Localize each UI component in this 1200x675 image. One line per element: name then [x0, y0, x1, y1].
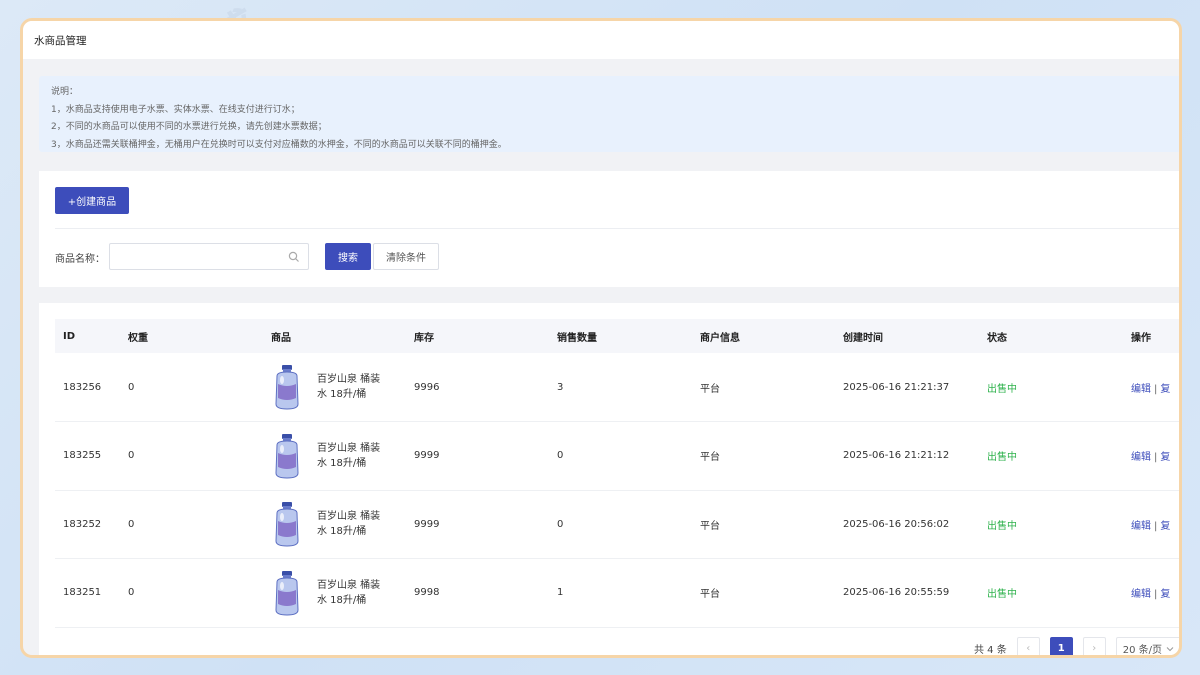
search-field[interactable]: [109, 243, 309, 270]
product-table-panel: ID 权重 商品 库存 销售数量 商户信息 创建时间 状态 操作 183256 …: [39, 303, 1179, 656]
notice-line: 2，不同的水商品可以使用不同的水票进行兑换，请先创建水票数据；: [51, 122, 327, 132]
table-row: 183251 0 百岁山泉 桶装水 18升/桶 9998 1 平台 2025-0…: [55, 559, 1179, 628]
cell-weight: 0: [128, 381, 135, 393]
cell-created: 2025-06-16 21:21:12: [843, 450, 950, 462]
col-id: ID: [63, 330, 76, 342]
copy-link[interactable]: 复: [1160, 589, 1170, 600]
search-icon: [288, 251, 299, 262]
cell-sold: 1: [557, 587, 564, 599]
search-button[interactable]: 搜索: [325, 243, 371, 270]
search-label: 商品名称：: [55, 254, 105, 265]
cell-product: 百岁山泉 桶装水 18升/桶: [271, 422, 414, 491]
water-jug-image: [275, 502, 299, 547]
op-separator: |: [1154, 589, 1158, 601]
cell-stock: 9996: [414, 381, 440, 393]
cell-ops: 编辑 | 复: [1131, 353, 1179, 422]
water-jug-image: [275, 570, 299, 616]
cell-id: 183252: [63, 518, 102, 530]
cell-stock: 9998: [414, 587, 440, 599]
product-table: ID 权重 商品 库存 销售数量 商户信息 创建时间 状态 操作 183256 …: [55, 319, 1179, 628]
col-stock: 库存: [414, 332, 434, 344]
chevron-down-icon: [1166, 646, 1174, 651]
cell-id: 183256: [63, 381, 102, 393]
cell-stock: 9999: [414, 518, 440, 530]
col-status: 状态: [987, 332, 1007, 344]
divider: [55, 228, 1179, 229]
cell-sold: 3: [557, 381, 564, 393]
cell-merchant: 平台: [700, 589, 720, 601]
notice-line: 1，水商品支持使用电子水票、实体水票、在线支付进行订水；: [51, 104, 300, 115]
status-badge: 出售中: [987, 589, 1017, 601]
op-separator: |: [1154, 520, 1158, 532]
copy-link[interactable]: 复: [1160, 452, 1170, 463]
product-name: 百岁山泉 桶装水 18升/桶: [317, 579, 381, 606]
cell-ops: 编辑 | 复: [1131, 559, 1179, 628]
table-row: 183252 0 百岁山泉 桶装水 18升/桶 9999 0 平台 2025-0…: [55, 490, 1179, 559]
cell-created: 2025-06-16 20:55:59: [843, 587, 950, 599]
status-badge: 出售中: [987, 520, 1017, 532]
col-merchant: 商户信息: [700, 332, 740, 344]
cell-merchant: 平台: [700, 520, 720, 532]
cell-id: 183255: [63, 450, 102, 462]
filter-toolbar: +创建商品 商品名称： 搜索 清除条件: [39, 171, 1179, 287]
col-ops: 操作: [1131, 332, 1151, 344]
clear-filter-button[interactable]: 清除条件: [373, 243, 439, 270]
notice-line: 说明：: [51, 87, 79, 97]
page-title: 水商品管理: [23, 21, 1179, 59]
notice-panel: 说明： 1，水商品支持使用电子水票、实体水票、在线支付进行订水； 2，不同的水商…: [39, 76, 1179, 152]
cell-sold: 0: [557, 450, 564, 462]
page-size-value: 20 条/页: [1122, 645, 1162, 656]
status-badge: 出售中: [987, 452, 1017, 464]
status-badge: 出售中: [987, 383, 1017, 395]
page-size-select[interactable]: 20 条/页: [1115, 637, 1179, 656]
cell-merchant: 平台: [700, 452, 720, 464]
cell-product: 百岁山泉 桶装水 18升/桶: [271, 353, 414, 422]
table-row: 183255 0 百岁山泉 桶装水 18升/桶 9999 0 平台 2025-0…: [55, 422, 1179, 491]
water-jug-image: [275, 365, 299, 410]
cell-created: 2025-06-16 20:56:02: [843, 518, 950, 530]
table-row: 183256 0 百岁山泉 桶装水 18升/桶 9996 3 平台 2025-0…: [55, 353, 1179, 422]
product-name: 百岁山泉 桶装水 18升/桶: [317, 374, 381, 400]
col-product: 商品: [271, 332, 291, 344]
notice-line: 3，水商品还需关联桶押金，无桶用户在兑换时可以支付对应桶数的水押金，不同的水商品…: [51, 139, 507, 150]
edit-link[interactable]: 编辑: [1131, 452, 1151, 463]
product-name: 百岁山泉 桶装水 18升/桶: [317, 442, 381, 469]
cell-product: 百岁山泉 桶装水 18升/桶: [271, 559, 414, 628]
col-weight: 权重: [128, 332, 148, 344]
edit-link[interactable]: 编辑: [1131, 521, 1151, 532]
cell-weight: 0: [128, 450, 135, 462]
op-separator: |: [1154, 452, 1158, 464]
app-window: 水商品管理 说明： 1，水商品支持使用电子水票、实体水票、在线支付进行订水； 2…: [20, 18, 1182, 658]
cell-ops: 编辑 | 复: [1131, 422, 1179, 491]
pagination: 共 4 条 ‹ 1 › 20 条/页: [973, 637, 1179, 656]
col-sold: 销售数量: [557, 332, 597, 344]
cell-merchant: 平台: [700, 383, 720, 395]
next-page-button[interactable]: ›: [1082, 637, 1106, 655]
total-count: 共 4 条: [973, 645, 1007, 656]
water-jug-image: [275, 433, 299, 479]
copy-link[interactable]: 复: [1160, 521, 1170, 532]
cell-created: 2025-06-16 21:21:37: [843, 381, 950, 393]
cell-weight: 0: [128, 518, 135, 530]
edit-link[interactable]: 编辑: [1131, 589, 1151, 600]
prev-page-button[interactable]: ‹: [1016, 637, 1040, 655]
cell-id: 183251: [63, 587, 102, 599]
edit-link[interactable]: 编辑: [1131, 384, 1151, 395]
table-header-row: ID 权重 商品 库存 销售数量 商户信息 创建时间 状态 操作: [55, 319, 1179, 353]
col-created: 创建时间: [843, 332, 883, 344]
cell-weight: 0: [128, 587, 135, 599]
product-name: 百岁山泉 桶装水 18升/桶: [317, 511, 381, 538]
create-product-button[interactable]: +创建商品: [55, 187, 129, 214]
search-input[interactable]: [110, 244, 280, 269]
page-title-text: 水商品管理: [34, 34, 87, 47]
cell-product: 百岁山泉 桶装水 18升/桶: [271, 490, 414, 559]
copy-link[interactable]: 复: [1160, 384, 1170, 395]
cell-stock: 9999: [414, 450, 440, 462]
page-number-button[interactable]: 1: [1049, 637, 1073, 655]
op-separator: |: [1154, 383, 1158, 395]
cell-ops: 编辑 | 复: [1131, 490, 1179, 559]
cell-sold: 0: [557, 518, 564, 530]
